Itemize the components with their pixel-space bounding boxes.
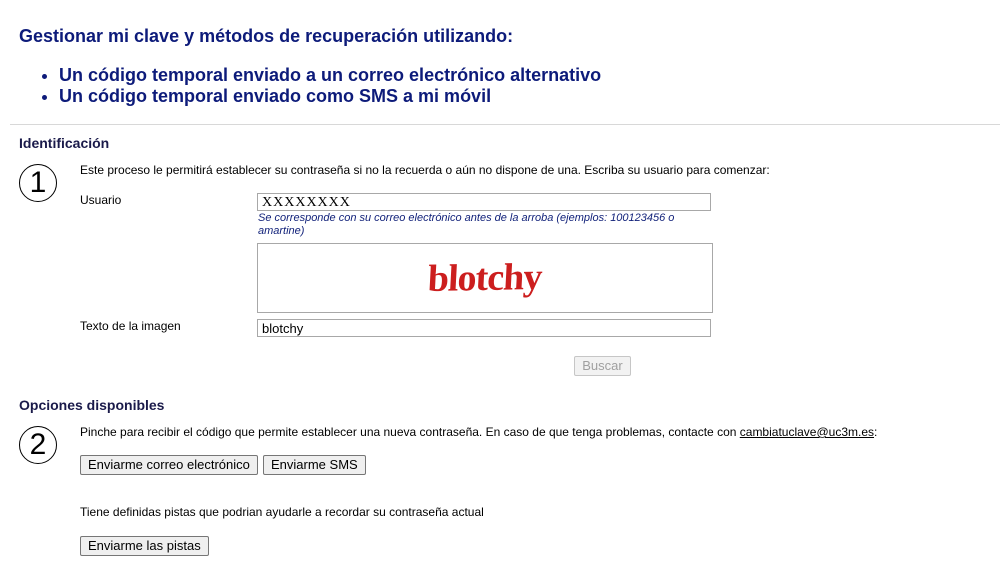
opciones-title: Opciones disponibles bbox=[19, 397, 165, 413]
user-hint: Se corresponde con su correo electrónico… bbox=[258, 212, 675, 237]
page-title: Gestionar mi clave y métodos de recupera… bbox=[19, 26, 514, 46]
captcha-word: blotchy bbox=[427, 256, 543, 300]
send-hints-button[interactable]: Enviarme las pistas bbox=[80, 536, 209, 556]
search-button[interactable]: Buscar bbox=[574, 356, 631, 376]
recovery-methods-list: Un código temporal enviado a un correo e… bbox=[44, 65, 601, 107]
identificacion-title: Identificación bbox=[19, 135, 110, 151]
send-sms-button[interactable]: Enviarme SMS bbox=[263, 455, 366, 475]
opciones-intro: Pinche para recibir el código que permit… bbox=[80, 425, 877, 439]
captcha-label: Texto de la imagen bbox=[80, 319, 181, 333]
header-divider bbox=[10, 124, 1000, 125]
captcha-input[interactable]: blotchy bbox=[257, 319, 711, 337]
user-input[interactable]: XXXXXXXX bbox=[257, 193, 711, 211]
method-email-item: Un código temporal enviado a un correo e… bbox=[59, 65, 601, 86]
captcha-image: blotchy bbox=[257, 243, 713, 313]
method-sms-item: Un código temporal enviado como SMS a mi… bbox=[59, 86, 601, 107]
user-label: Usuario bbox=[80, 193, 122, 207]
step-2-badge: 2 bbox=[19, 426, 57, 464]
hints-text: Tiene definidas pistas que podrian ayuda… bbox=[80, 505, 484, 519]
opciones-intro-text: Pinche para recibir el código que permit… bbox=[80, 425, 737, 439]
contact-email-link[interactable]: cambiatuclave@uc3m.es bbox=[740, 425, 874, 439]
send-email-button[interactable]: Enviarme correo electrónico bbox=[80, 455, 258, 475]
identificacion-intro: Este proceso le permitirá establecer su … bbox=[80, 163, 770, 177]
opciones-intro-suffix: : bbox=[874, 425, 878, 439]
step-1-badge: 1 bbox=[19, 164, 57, 202]
